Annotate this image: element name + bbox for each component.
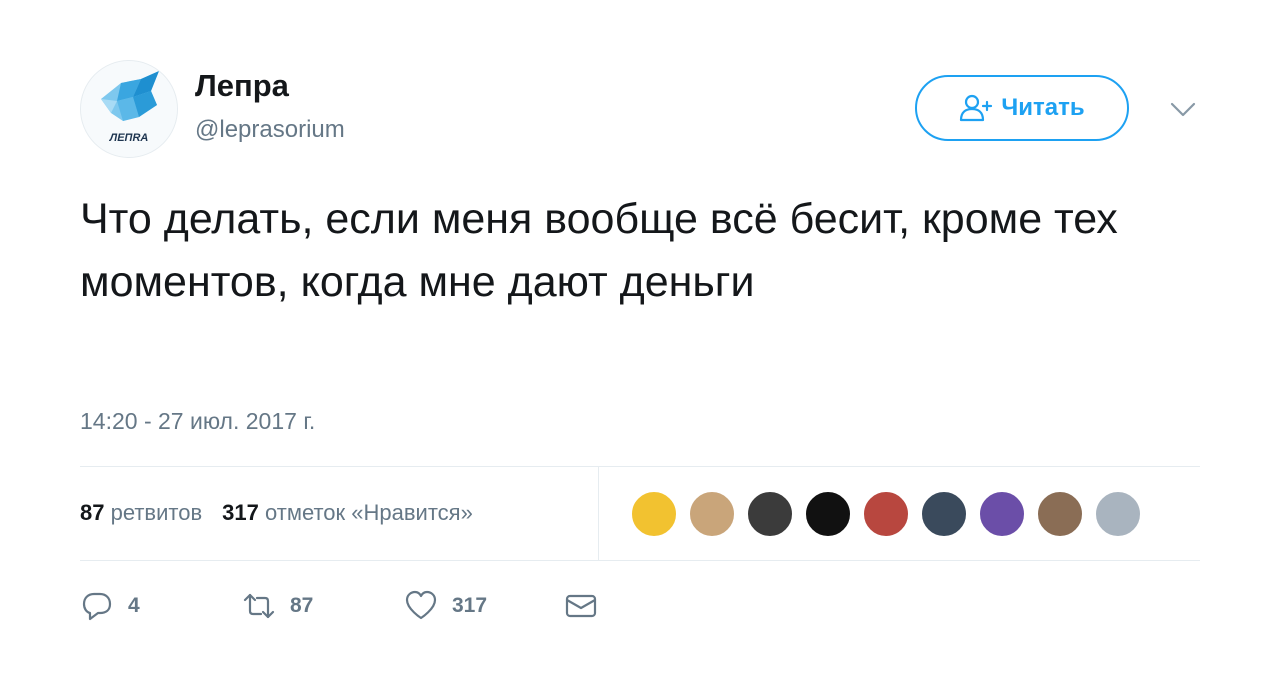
liker-avatar[interactable] <box>688 490 736 538</box>
retweet-count: 87 <box>290 594 314 617</box>
follow-label: Читать <box>1001 94 1085 121</box>
like-stat-count: 317 <box>222 500 259 525</box>
liker-avatar[interactable] <box>1094 490 1142 538</box>
tweet-text: Что делать, если меня вообще всё бесит, … <box>80 195 1118 306</box>
like-count: 317 <box>452 594 488 617</box>
reply-button[interactable]: 4 <box>80 586 140 626</box>
retweet-stat[interactable]: 87 ретвитов <box>80 500 202 525</box>
liker-avatar[interactable] <box>630 490 678 538</box>
liker-avatar[interactable] <box>1036 490 1084 538</box>
chevron-down-icon[interactable] <box>1168 98 1198 122</box>
retweet-stat-count: 87 <box>80 500 105 525</box>
retweet-button[interactable]: 87 <box>242 586 313 626</box>
reply-icon <box>82 592 112 621</box>
avatar[interactable]: ЛЕПRA <box>80 60 178 158</box>
heart-icon <box>405 590 437 620</box>
divider-bottom <box>80 560 1200 561</box>
retweet-stat-label: ретвитов <box>110 500 203 525</box>
stats-separator <box>598 466 599 560</box>
liker-avatar[interactable] <box>920 490 968 538</box>
liker-avatar[interactable] <box>862 490 910 538</box>
follow-button[interactable]: Читать <box>915 75 1129 141</box>
author-handle[interactable]: @leprasorium <box>195 116 345 144</box>
direct-message-button[interactable] <box>564 586 598 626</box>
divider-top <box>80 466 1200 467</box>
like-button[interactable]: 317 <box>404 586 487 626</box>
tweet-stats: 87 ретвитов 317 отметок «Нравится» <box>80 500 473 526</box>
like-stat[interactable]: 317 отметок «Нравится» <box>222 500 473 525</box>
tweet-card: ЛЕПRA Лепра @leprasorium Читать Что дела… <box>0 0 1278 678</box>
author-name[interactable]: Лепра <box>195 68 289 104</box>
retweet-icon <box>243 593 275 619</box>
envelope-icon <box>565 594 597 618</box>
liker-avatar[interactable] <box>746 490 794 538</box>
liker-avatars <box>630 490 1152 538</box>
lepra-logo-icon: ЛЕПRA <box>81 61 177 157</box>
like-stat-label: отметок «Нравится» <box>265 500 473 525</box>
tweet-timestamp[interactable]: 14:20 - 27 июл. 2017 г. <box>80 408 315 435</box>
svg-text:ЛЕПRA: ЛЕПRA <box>109 132 149 144</box>
liker-avatar[interactable] <box>804 490 852 538</box>
reply-count: 4 <box>128 594 140 617</box>
follow-person-icon <box>960 94 993 122</box>
liker-avatar[interactable] <box>978 490 1026 538</box>
